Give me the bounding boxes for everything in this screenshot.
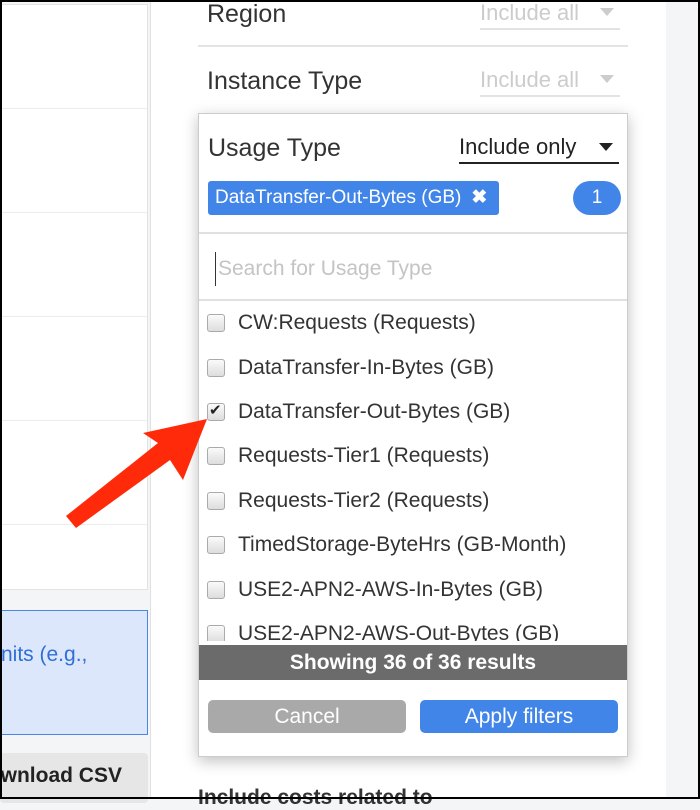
red-arrow-annotation bbox=[66, 419, 207, 528]
arrow-icon bbox=[66, 419, 207, 528]
